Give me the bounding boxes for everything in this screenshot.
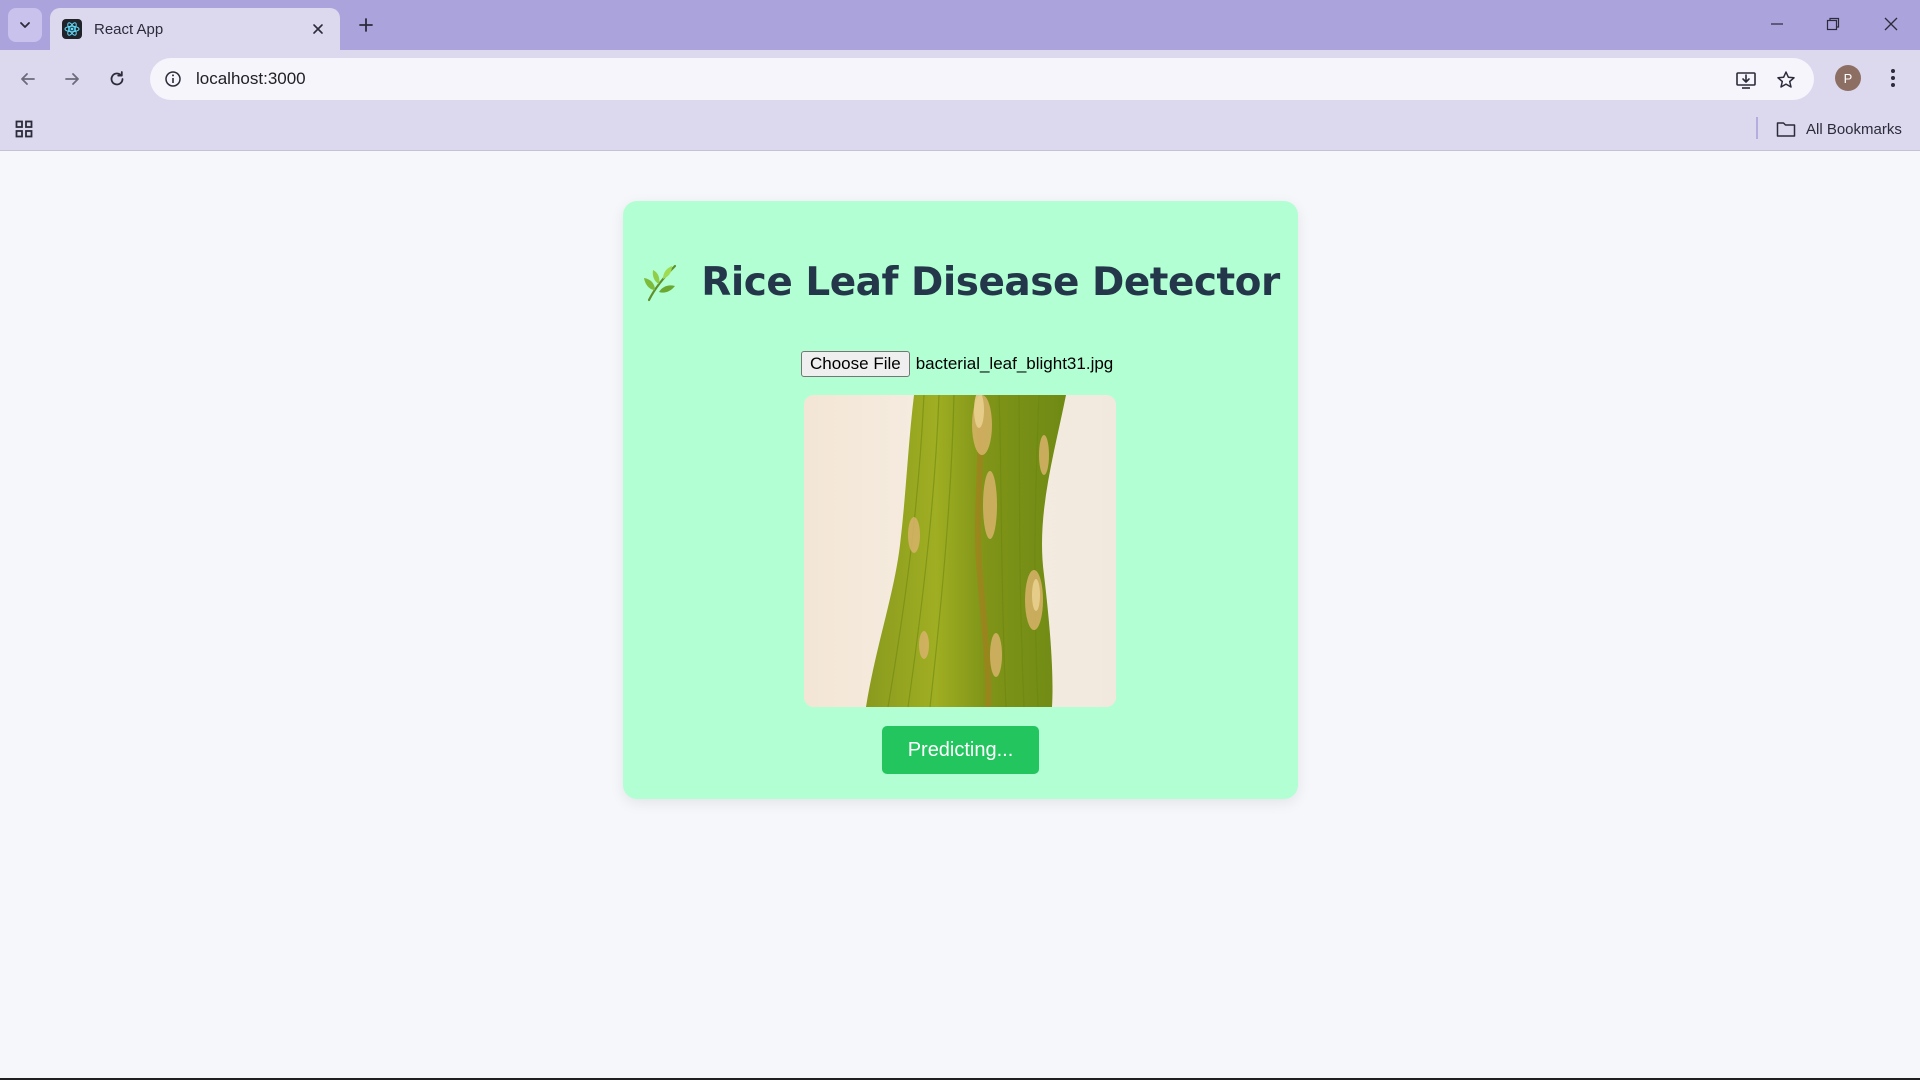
- title-row: Rice Leaf Disease Detector: [623, 257, 1298, 307]
- bookmark-star-button[interactable]: [1772, 66, 1800, 94]
- predict-button[interactable]: Predicting...: [882, 726, 1039, 774]
- all-bookmarks-button[interactable]: All Bookmarks: [1776, 116, 1902, 142]
- minimize-button[interactable]: [1754, 6, 1800, 42]
- browser-toolbar: localhost:3000 P: [0, 50, 1920, 108]
- minimize-icon: [1771, 23, 1783, 25]
- star-icon: [1777, 71, 1795, 88]
- selected-file-name: bacterial_leaf_blight31.jpg: [915, 354, 1114, 373]
- bookmarks-bar: All Bookmarks: [0, 108, 1920, 151]
- page-content: Rice Leaf Disease Detector Choose File b…: [0, 151, 1920, 1078]
- tab-search-button[interactable]: [8, 8, 42, 42]
- kebab-menu-icon: [1891, 69, 1895, 87]
- close-icon: [313, 24, 323, 34]
- leaf-photo: [804, 395, 1116, 707]
- arrow-right-icon: [65, 73, 79, 85]
- browser-tab[interactable]: React App: [50, 8, 340, 50]
- file-input[interactable]: Choose File bacterial_leaf_blight31.jpg: [801, 350, 1113, 378]
- info-icon: [165, 71, 181, 87]
- folder-icon: [1776, 122, 1796, 137]
- tab-close-button[interactable]: [308, 19, 328, 39]
- bookmarks-divider: [1756, 117, 1758, 139]
- chevron-down-icon: [20, 22, 30, 28]
- apps-button[interactable]: [12, 117, 36, 141]
- plus-icon: [359, 18, 373, 32]
- detector-card: Rice Leaf Disease Detector Choose File b…: [623, 201, 1298, 799]
- back-button[interactable]: [12, 63, 44, 95]
- leaf-image-preview: [804, 395, 1116, 707]
- herb-leaf-icon: [644, 264, 677, 302]
- forward-button[interactable]: [56, 63, 88, 95]
- reload-button[interactable]: [101, 63, 133, 95]
- tab-strip: React App: [0, 0, 1920, 50]
- new-tab-button[interactable]: [353, 10, 379, 40]
- reload-icon: [110, 71, 124, 86]
- restore-button[interactable]: [1810, 6, 1856, 42]
- choose-file-button[interactable]: Choose File: [801, 351, 910, 377]
- browser-menu-button[interactable]: [1878, 63, 1908, 93]
- apps-grid-icon: [15, 120, 33, 138]
- react-icon: [62, 19, 82, 39]
- arrow-left-icon: [21, 73, 35, 85]
- install-app-icon: [1736, 72, 1756, 89]
- all-bookmarks-label: All Bookmarks: [1806, 120, 1902, 138]
- restore-icon: [1826, 17, 1840, 31]
- site-info-button[interactable]: [158, 64, 188, 94]
- close-icon: [1884, 17, 1898, 31]
- tab-title: React App: [94, 20, 164, 38]
- window-close-button[interactable]: [1868, 6, 1914, 42]
- url-text[interactable]: localhost:3000: [196, 69, 306, 89]
- install-app-button[interactable]: [1732, 66, 1760, 94]
- address-bar[interactable]: localhost:3000: [150, 58, 1814, 100]
- profile-avatar[interactable]: P: [1835, 65, 1861, 91]
- page-title: Rice Leaf Disease Detector: [701, 259, 1280, 305]
